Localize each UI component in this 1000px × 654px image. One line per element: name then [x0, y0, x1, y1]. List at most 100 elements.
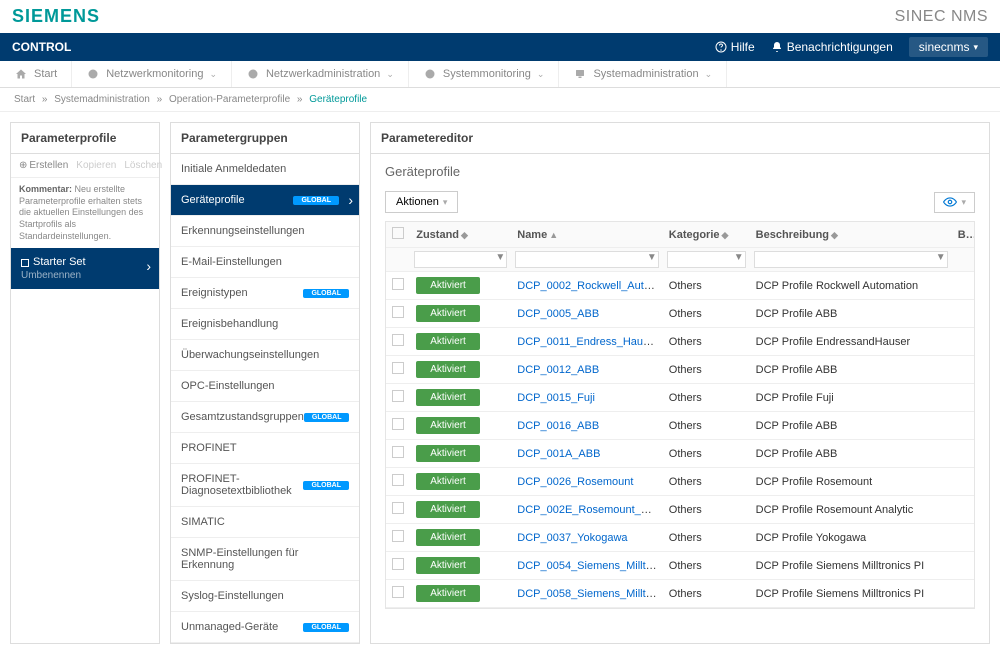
- col-name-label: Name: [517, 229, 547, 241]
- row-name-link[interactable]: DCP_001A_ABB: [517, 448, 600, 460]
- profile-item-starter[interactable]: Starter Set Umbenennen: [11, 248, 159, 289]
- row-description: DCP Profile ABB: [750, 300, 952, 328]
- filter-icon[interactable]: ▼: [936, 252, 946, 263]
- actions-dropdown[interactable]: Aktionen ▾: [385, 191, 458, 213]
- table-row: AktiviertDCP_002E_Rosemount_AnalyticOthe…: [386, 496, 974, 524]
- filter-state-input[interactable]: [414, 251, 507, 268]
- param-group-item[interactable]: GeräteprofileGLOBAL: [171, 185, 359, 216]
- row-checkbox[interactable]: [392, 306, 404, 318]
- param-group-item[interactable]: E-Mail-Einstellungen: [171, 247, 359, 278]
- row-name-link[interactable]: DCP_0037_Yokogawa: [517, 532, 627, 544]
- table-row: AktiviertDCP_0011_Endress_HauserOthersDC…: [386, 328, 974, 356]
- param-group-item[interactable]: SIMATIC: [171, 507, 359, 538]
- row-category: Others: [663, 412, 750, 440]
- create-label: Erstellen: [29, 160, 68, 171]
- col-ba-header[interactable]: Ba...: [952, 222, 974, 248]
- row-checkbox[interactable]: [392, 418, 404, 430]
- mid-header: Parametergruppen: [171, 123, 359, 154]
- param-group-item[interactable]: Erkennungseinstellungen: [171, 216, 359, 247]
- row-checkbox[interactable]: [392, 530, 404, 542]
- row-checkbox[interactable]: [392, 502, 404, 514]
- col-state-header[interactable]: Zustand◆: [410, 222, 511, 248]
- param-group-item[interactable]: PROFINET: [171, 433, 359, 464]
- col-name-header[interactable]: Name▲: [511, 222, 663, 248]
- nav-icon: [246, 67, 260, 81]
- breadcrumb-item[interactable]: Operation-Parameterprofile: [169, 94, 290, 105]
- nav-tab-systemmonitoring[interactable]: Systemmonitoring⌄: [409, 61, 560, 87]
- row-name-link[interactable]: DCP_0005_ABB: [517, 308, 599, 320]
- chevron-down-icon: ⌄: [537, 69, 545, 80]
- profile-name: Starter Set: [33, 256, 86, 268]
- param-group-label: OPC-Einstellungen: [181, 380, 275, 392]
- copy-action[interactable]: Kopieren: [76, 160, 116, 171]
- param-group-item[interactable]: Ereignisbehandlung: [171, 309, 359, 340]
- nav-tab-netzwerkmonitoring[interactable]: Netzwerkmonitoring⌄: [72, 61, 232, 87]
- row-checkbox[interactable]: [392, 390, 404, 402]
- row-checkbox[interactable]: [392, 362, 404, 374]
- row-name-link[interactable]: DCP_0026_Rosemount: [517, 476, 633, 488]
- param-group-item[interactable]: Unmanaged-GeräteGLOBAL: [171, 612, 359, 643]
- col-description-label: Beschreibung: [756, 229, 829, 241]
- global-badge: GLOBAL: [293, 196, 339, 205]
- breadcrumb-sep: »: [39, 94, 50, 105]
- nav-tab-netzwerkadministration[interactable]: Netzwerkadministration⌄: [232, 61, 409, 87]
- table-row: AktiviertDCP_0058_Siemens_Milltronics_PI…: [386, 580, 974, 608]
- row-checkbox[interactable]: [392, 446, 404, 458]
- filter-icon[interactable]: ▼: [495, 252, 505, 263]
- param-group-item[interactable]: PROFINET-DiagnosetextbibliothekGLOBAL: [171, 464, 359, 507]
- row-category: Others: [663, 468, 750, 496]
- editor-title: Geräteprofile: [385, 164, 975, 179]
- nav-tab-start[interactable]: Start: [0, 61, 72, 87]
- notifications-link[interactable]: Benachrichtigungen: [771, 40, 893, 54]
- row-checkbox[interactable]: [392, 474, 404, 486]
- nav-tab-systemadministration[interactable]: Systemadministration⌄: [559, 61, 727, 87]
- plus-icon: ⊕: [19, 160, 27, 171]
- row-name-link[interactable]: DCP_0054_Siemens_Milltronics_Pl: [517, 560, 663, 572]
- row-checkbox[interactable]: [392, 334, 404, 346]
- row-checkbox[interactable]: [392, 278, 404, 290]
- comment-block: Kommentar: Neu erstellte Parameterprofil…: [11, 178, 159, 248]
- row-name-link[interactable]: DCP_0012_ABB: [517, 364, 599, 376]
- row-name-link[interactable]: DCP_0058_Siemens_Milltronics_PI: [517, 588, 663, 600]
- col-description-header[interactable]: Beschreibung◆: [750, 222, 952, 248]
- filter-icon[interactable]: ▼: [734, 252, 744, 263]
- row-checkbox[interactable]: [392, 586, 404, 598]
- profile-rename[interactable]: Umbenennen: [21, 270, 149, 281]
- param-group-item[interactable]: Überwachungseinstellungen: [171, 340, 359, 371]
- create-action[interactable]: ⊕Erstellen: [19, 160, 68, 171]
- user-menu[interactable]: sinecnms ▾: [909, 37, 988, 57]
- right-header: Parametereditor: [371, 123, 989, 154]
- row-name-link[interactable]: DCP_0011_Endress_Hauser: [517, 336, 658, 348]
- param-group-label: Unmanaged-Geräte: [181, 621, 278, 633]
- col-category-header[interactable]: Kategorie◆: [663, 222, 750, 248]
- row-category: Others: [663, 272, 750, 300]
- help-link[interactable]: Hilfe: [715, 40, 755, 54]
- param-group-item[interactable]: Initiale Anmeldedaten: [171, 154, 359, 185]
- visibility-button[interactable]: ▾: [934, 192, 975, 213]
- breadcrumb-item[interactable]: Systemadministration: [54, 94, 150, 105]
- nav-tab-label: Netzwerkadministration: [266, 68, 380, 80]
- param-group-item[interactable]: EreignistypenGLOBAL: [171, 278, 359, 309]
- row-name-link[interactable]: DCP_0016_ABB: [517, 420, 599, 432]
- row-name-link[interactable]: DCP_0015_Fuji: [517, 392, 595, 404]
- user-label: sinecnms: [919, 40, 970, 54]
- row-name-link[interactable]: DCP_0002_Rockwell_Automation: [517, 280, 663, 292]
- breadcrumb-item[interactable]: Start: [14, 94, 35, 105]
- param-group-item[interactable]: SNMP-Einstellungen für Erkennung: [171, 538, 359, 581]
- delete-action[interactable]: Löschen: [124, 160, 162, 171]
- col-state-label: Zustand: [416, 229, 459, 241]
- row-name-link[interactable]: DCP_002E_Rosemount_Analytic: [517, 504, 663, 516]
- param-group-item[interactable]: OPC-Einstellungen: [171, 371, 359, 402]
- select-all-checkbox[interactable]: [392, 227, 404, 239]
- table-row: AktiviertDCP_0012_ABBOthersDCP Profile A…: [386, 356, 974, 384]
- row-category: Others: [663, 300, 750, 328]
- filter-icon[interactable]: ▼: [647, 252, 657, 263]
- row-checkbox[interactable]: [392, 558, 404, 570]
- filter-name-input[interactable]: [515, 251, 659, 268]
- param-group-item[interactable]: GesamtzustandsgruppenGLOBAL: [171, 402, 359, 433]
- table-row: AktiviertDCP_0026_RosemountOthersDCP Pro…: [386, 468, 974, 496]
- filter-description-input[interactable]: [754, 251, 948, 268]
- global-badge: GLOBAL: [304, 413, 350, 422]
- param-group-item[interactable]: Syslog-Einstellungen: [171, 581, 359, 612]
- param-group-label: E-Mail-Einstellungen: [181, 256, 282, 268]
